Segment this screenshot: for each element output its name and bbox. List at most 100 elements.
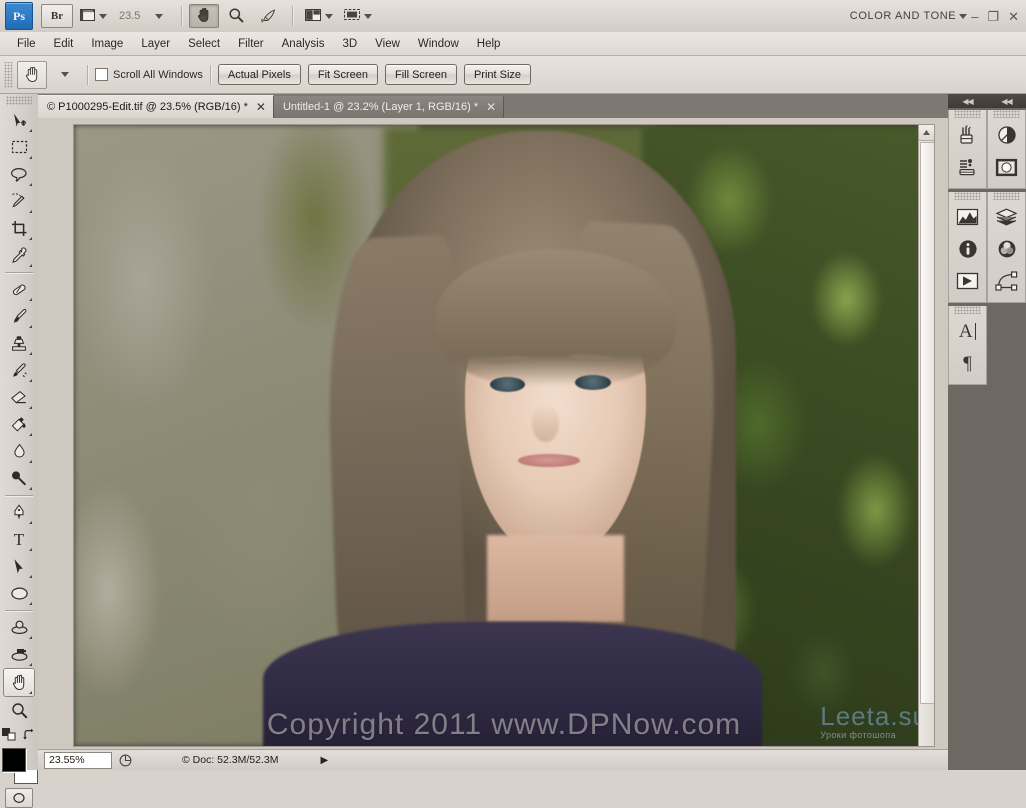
info-panel-icon[interactable] bbox=[953, 234, 983, 264]
foreground-color-swatch[interactable] bbox=[2, 748, 26, 772]
paragraph-panel-icon[interactable]: ¶ bbox=[953, 348, 983, 378]
paths-panel-icon[interactable] bbox=[992, 266, 1022, 296]
tool-spot-healing-brush[interactable] bbox=[4, 276, 34, 303]
view-extras-button[interactable] bbox=[75, 4, 111, 28]
tool-3d-object-rotate[interactable] bbox=[4, 614, 34, 641]
tool-eraser[interactable] bbox=[4, 384, 34, 411]
launch-bridge-button[interactable]: Br bbox=[41, 4, 73, 28]
dock-group-gripper[interactable] bbox=[954, 192, 981, 200]
tool-rectangular-marquee[interactable] bbox=[4, 134, 34, 161]
brush-panel-icon[interactable] bbox=[953, 120, 983, 150]
histogram-panel-icon[interactable] bbox=[953, 202, 983, 232]
zoom-level-value: 23.5 bbox=[119, 10, 141, 22]
status-zoom-field[interactable]: 23.55% bbox=[44, 751, 112, 769]
status-preview-icon[interactable] bbox=[116, 753, 134, 768]
rotate-view-icon bbox=[260, 7, 277, 26]
canvas-vertical-scrollbar[interactable] bbox=[918, 125, 934, 746]
tool-gradient[interactable] bbox=[4, 411, 34, 438]
dock-group-gripper[interactable] bbox=[954, 306, 981, 314]
tool-quick-selection[interactable] bbox=[4, 188, 34, 215]
close-icon[interactable]: ✕ bbox=[256, 101, 266, 113]
arrange-documents-button[interactable] bbox=[300, 4, 337, 28]
tool-brush[interactable] bbox=[4, 303, 34, 330]
menu-select[interactable]: Select bbox=[179, 35, 229, 53]
print-size-button[interactable]: Print Size bbox=[463, 64, 532, 85]
status-expand-arrow[interactable]: ▶ bbox=[320, 755, 328, 766]
tool-clone-stamp[interactable] bbox=[4, 330, 34, 357]
menu-help[interactable]: Help bbox=[468, 35, 510, 53]
layers-panel-icon[interactable] bbox=[992, 202, 1022, 232]
channels-panel-icon[interactable] bbox=[992, 234, 1022, 264]
swap-colors-icon[interactable] bbox=[22, 728, 36, 744]
active-tool-preset-icon[interactable] bbox=[17, 60, 47, 89]
application-bar: Ps Br 23.5 COLOR AND TONE – ❐ ✕ bbox=[0, 0, 1026, 33]
hand-tool-button[interactable] bbox=[189, 4, 220, 28]
image-canvas[interactable]: Copyright 2011 www.DPNow.com Leeta.su Ур… bbox=[73, 124, 935, 747]
tool-horizontal-type[interactable]: T bbox=[4, 526, 34, 553]
tool-preset-dropdown[interactable] bbox=[48, 63, 78, 87]
scrollbar-thumb[interactable] bbox=[920, 142, 934, 704]
actual-pixels-button[interactable]: Actual Pixels bbox=[217, 64, 301, 85]
masks-panel-icon[interactable] bbox=[992, 152, 1022, 182]
tool-dodge[interactable] bbox=[4, 465, 34, 492]
collapse-right-column-button[interactable]: ◀◀ bbox=[987, 94, 1026, 108]
default-colors-icon[interactable] bbox=[2, 728, 16, 744]
menu-layer[interactable]: Layer bbox=[132, 35, 179, 53]
dock-group-adjustments bbox=[987, 110, 1026, 189]
workspace-switcher[interactable]: COLOR AND TONE bbox=[850, 10, 971, 22]
dock-group-gripper[interactable] bbox=[993, 192, 1020, 200]
actions-panel-icon[interactable] bbox=[953, 266, 983, 296]
maximize-button[interactable]: ❐ bbox=[987, 10, 999, 23]
tool-zoom[interactable] bbox=[4, 697, 34, 724]
scroll-all-windows-checkbox[interactable] bbox=[95, 68, 108, 81]
tool-flyout-indicator bbox=[29, 129, 32, 132]
tool-3d-camera-rotate[interactable] bbox=[4, 641, 34, 668]
document-tab-active[interactable]: © P1000295-Edit.tif @ 23.5% (RGB/16) * ✕ bbox=[38, 95, 274, 118]
document-tab-inactive[interactable]: Untitled-1 @ 23.2% (Layer 1, RGB/16) * ✕ bbox=[273, 96, 505, 118]
tools-panel-gripper[interactable] bbox=[6, 96, 32, 105]
menu-view[interactable]: View bbox=[366, 35, 409, 53]
menu-3d[interactable]: 3D bbox=[333, 35, 366, 53]
tool-pen[interactable] bbox=[4, 499, 34, 526]
close-button[interactable]: ✕ bbox=[1008, 10, 1019, 23]
quick-mask-mode-button[interactable] bbox=[5, 788, 33, 808]
tool-hand[interactable] bbox=[3, 668, 35, 697]
tools-divider-3 bbox=[5, 610, 33, 611]
brush-presets-panel-icon[interactable] bbox=[953, 152, 983, 182]
tool-move[interactable] bbox=[4, 107, 34, 134]
zoom-level-dropdown[interactable] bbox=[142, 4, 172, 28]
adjustments-panel-icon[interactable] bbox=[992, 120, 1022, 150]
tool-eyedropper[interactable] bbox=[4, 242, 34, 269]
menu-file[interactable]: File bbox=[8, 35, 45, 53]
tool-ellipse-shape[interactable] bbox=[4, 580, 34, 607]
options-bar-gripper[interactable] bbox=[4, 61, 13, 88]
menu-image[interactable]: Image bbox=[82, 35, 132, 53]
character-panel-icon[interactable]: A bbox=[953, 316, 983, 346]
collapse-left-column-button[interactable]: ◀◀ bbox=[948, 94, 987, 108]
screen-mode-button[interactable] bbox=[339, 4, 376, 28]
dock-group-gripper[interactable] bbox=[993, 110, 1020, 118]
menu-analysis[interactable]: Analysis bbox=[273, 35, 334, 53]
menu-filter[interactable]: Filter bbox=[229, 35, 273, 53]
photoshop-logo[interactable]: Ps bbox=[5, 2, 33, 30]
close-icon[interactable]: ✕ bbox=[486, 101, 496, 113]
tool-crop[interactable] bbox=[4, 215, 34, 242]
tool-path-selection[interactable] bbox=[4, 553, 34, 580]
dock-group-gripper[interactable] bbox=[954, 110, 981, 118]
dock-columns: A ¶ bbox=[948, 108, 1026, 388]
menu-edit[interactable]: Edit bbox=[45, 35, 83, 53]
scroll-all-windows-option[interactable]: Scroll All Windows bbox=[95, 68, 203, 81]
fill-screen-button[interactable]: Fill Screen bbox=[384, 64, 457, 85]
tool-lasso[interactable] bbox=[4, 161, 34, 188]
tool-blur[interactable] bbox=[4, 438, 34, 465]
zoom-tool-button[interactable] bbox=[221, 4, 251, 28]
rotate-view-tool-button[interactable] bbox=[253, 4, 283, 28]
chevron-down-icon bbox=[154, 13, 163, 19]
dock-group-layers bbox=[987, 192, 1026, 303]
scroll-up-arrow[interactable] bbox=[919, 125, 934, 141]
tool-history-brush[interactable] bbox=[4, 357, 34, 384]
zoom-tool-icon bbox=[228, 7, 244, 26]
menu-window[interactable]: Window bbox=[409, 35, 468, 53]
minimize-button[interactable]: – bbox=[971, 10, 978, 23]
fit-screen-button[interactable]: Fit Screen bbox=[307, 64, 378, 85]
